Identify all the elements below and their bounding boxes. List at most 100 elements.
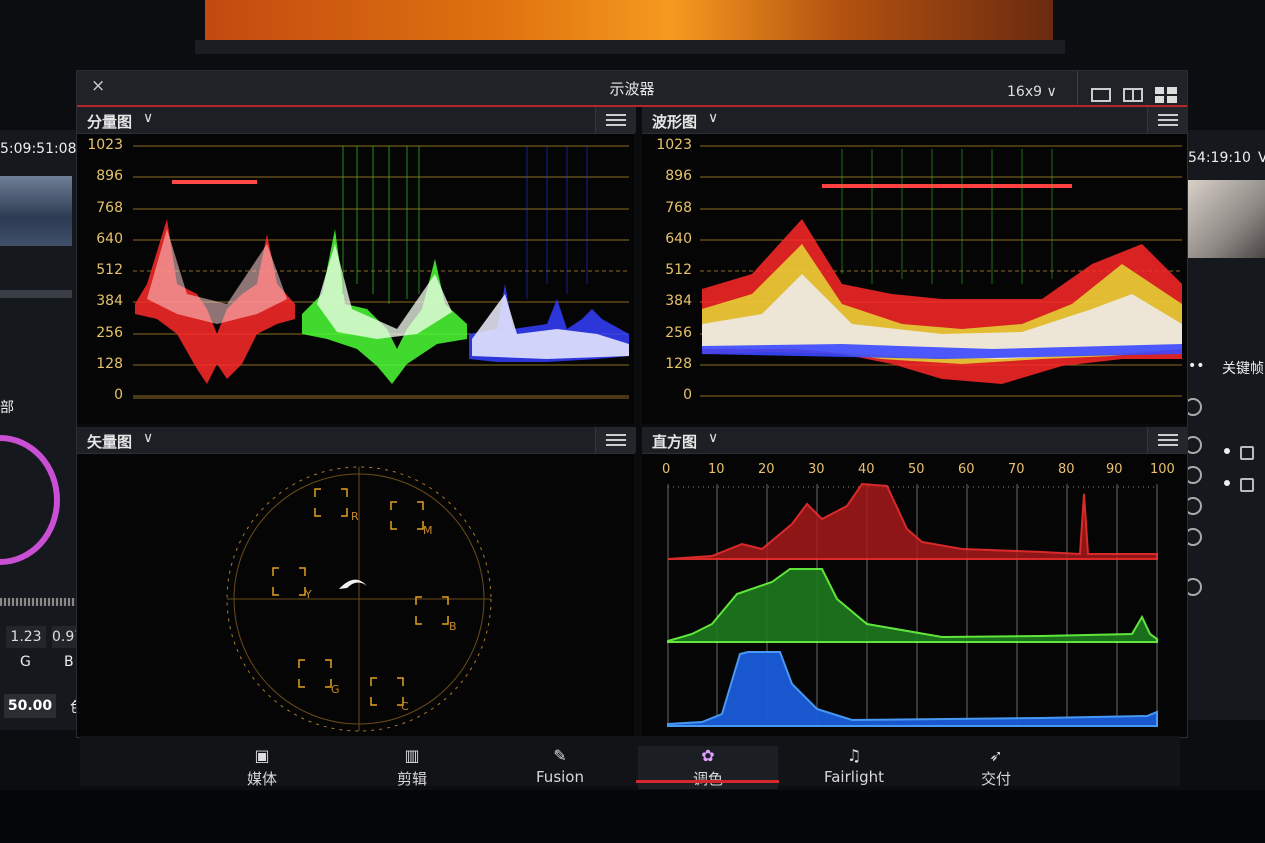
monitor-bezel — [0, 790, 1265, 843]
parade-green-trace — [302, 146, 467, 384]
page-fairlight[interactable]: ♫ Fairlight — [784, 746, 924, 786]
parade-dropdown[interactable]: 分量图 — [87, 111, 132, 132]
b-label: B — [64, 654, 74, 670]
color-icon: ✿ — [701, 746, 715, 765]
waveform-header: 波形图 ∨ — [642, 107, 1188, 134]
y-tick: 256 — [665, 325, 692, 341]
x-tick: 10 — [708, 462, 725, 477]
y-tick: 512 — [96, 262, 123, 278]
histogram-green — [667, 568, 1158, 643]
keyframes-label: 关键帧 — [1222, 361, 1264, 377]
y-tick: 640 — [96, 231, 123, 247]
deliver-icon: ➶ — [989, 746, 1003, 765]
lock-icon[interactable] — [1240, 478, 1254, 492]
target-label-g: G — [331, 683, 340, 696]
parade-settings-icon[interactable] — [595, 107, 636, 133]
y-tick: 128 — [96, 356, 123, 372]
wheel-ruler[interactable] — [0, 598, 76, 606]
left-section-label: 部 — [0, 400, 14, 416]
target-label-m: M — [423, 524, 433, 537]
left-thumbnail[interactable] — [0, 176, 72, 246]
y-tick: 896 — [96, 168, 123, 184]
right-dots[interactable]: •• — [1188, 358, 1205, 374]
y-tick: 256 — [96, 325, 123, 341]
histogram-dropdown[interactable]: 直方图 — [652, 431, 697, 452]
page-label: Fusion — [536, 768, 584, 786]
waveform-trace — [702, 149, 1182, 384]
waveform-settings-icon[interactable] — [1147, 107, 1188, 133]
active-page-indicator — [636, 780, 779, 783]
dual-layout-icon[interactable] — [1123, 88, 1143, 102]
x-tick: 60 — [958, 462, 975, 477]
y-tick: 0 — [683, 387, 692, 403]
right-timecode: 54:19:10 — [1188, 150, 1251, 166]
y-tick: 512 — [665, 262, 692, 278]
aspect-dropdown[interactable]: 16x9 ∨ — [1007, 84, 1057, 100]
g-label: G — [20, 654, 31, 670]
x-tick: 100 — [1150, 462, 1175, 477]
page-label: 交付 — [980, 770, 1011, 788]
left-timecode: 5:09:51:08 — [0, 141, 77, 157]
page-label: 媒体 — [246, 770, 277, 788]
x-tick: 80 — [1058, 462, 1075, 477]
vectorscope-header: 矢量图 ∨ — [77, 427, 636, 454]
parade-header: 分量图 ∨ — [77, 107, 636, 134]
parade-red-trace — [135, 180, 295, 384]
y-tick: 640 — [665, 231, 692, 247]
y-tick: 1023 — [656, 137, 692, 153]
histogram-blue — [667, 651, 1158, 727]
quad-layout-icon[interactable] — [1155, 87, 1177, 103]
viewer-bezel — [195, 40, 1065, 54]
histogram-red — [667, 482, 1158, 560]
y-tick: 768 — [96, 200, 123, 216]
cut-icon: ▥ — [404, 746, 420, 765]
histogram-header: 直方图 ∨ — [642, 427, 1188, 454]
viewer-image — [205, 0, 1053, 42]
chevron-down-icon[interactable]: ∨ — [143, 110, 153, 126]
keyframe-dot[interactable] — [1224, 448, 1230, 454]
y-tick: 896 — [665, 168, 692, 184]
y-tick: 384 — [665, 293, 692, 309]
chevron-down-icon[interactable]: ∨ — [708, 110, 718, 126]
x-tick: 40 — [858, 462, 875, 477]
x-tick: 90 — [1106, 462, 1123, 477]
g-value[interactable]: 1.23 — [6, 626, 46, 648]
histogram-scope: 0 10 20 30 40 50 60 70 80 90 100 — [642, 454, 1187, 737]
target-label-b: B — [449, 620, 457, 633]
vectorscope-dropdown[interactable]: 矢量图 — [87, 431, 132, 452]
field-value[interactable]: 50.00 — [4, 694, 56, 718]
page-cut[interactable]: ▥ 剪辑 — [342, 746, 482, 789]
y-tick: 0 — [114, 387, 123, 403]
target-label-y: Y — [305, 588, 312, 601]
y-tick: 128 — [665, 356, 692, 372]
page-media[interactable]: ▣ 媒体 — [192, 746, 332, 789]
keyframe-dot[interactable] — [1224, 480, 1230, 486]
x-tick: 30 — [808, 462, 825, 477]
left-slider[interactable] — [0, 290, 72, 298]
waveform-scope: 1023 896 768 640 512 384 256 128 0 — [642, 134, 1187, 424]
single-layout-icon[interactable] — [1091, 88, 1111, 102]
y-tick: 768 — [665, 200, 692, 216]
scopes-window: × 示波器 16x9 ∨ 分量图 ∨ 波形图 ∨ 1023 896 768 64… — [76, 70, 1188, 738]
x-tick: 20 — [758, 462, 775, 477]
chevron-down-icon[interactable]: ∨ — [143, 430, 153, 446]
histogram-settings-icon[interactable] — [1147, 427, 1188, 453]
page-label: Fairlight — [823, 768, 885, 786]
waveform-dropdown[interactable]: 波形图 — [652, 111, 697, 132]
page-fusion[interactable]: ✎ Fusion — [490, 746, 630, 786]
y-tick: 384 — [96, 293, 123, 309]
x-tick: 0 — [662, 462, 671, 477]
right-v-label: V — [1258, 150, 1265, 166]
media-icon: ▣ — [254, 746, 270, 765]
page-deliver[interactable]: ➶ 交付 — [926, 746, 1066, 789]
fairlight-icon: ♫ — [846, 746, 862, 765]
vectorscope-settings-icon[interactable] — [595, 427, 636, 453]
chevron-down-icon[interactable]: ∨ — [708, 430, 718, 446]
fusion-icon: ✎ — [553, 746, 567, 765]
page-label: 剪辑 — [396, 770, 427, 788]
vectorscope: R M Y B G C — [77, 454, 634, 737]
right-thumbnail[interactable] — [1188, 180, 1265, 258]
x-tick: 50 — [908, 462, 925, 477]
lock-icon[interactable] — [1240, 446, 1254, 460]
target-label-c: C — [401, 700, 409, 713]
